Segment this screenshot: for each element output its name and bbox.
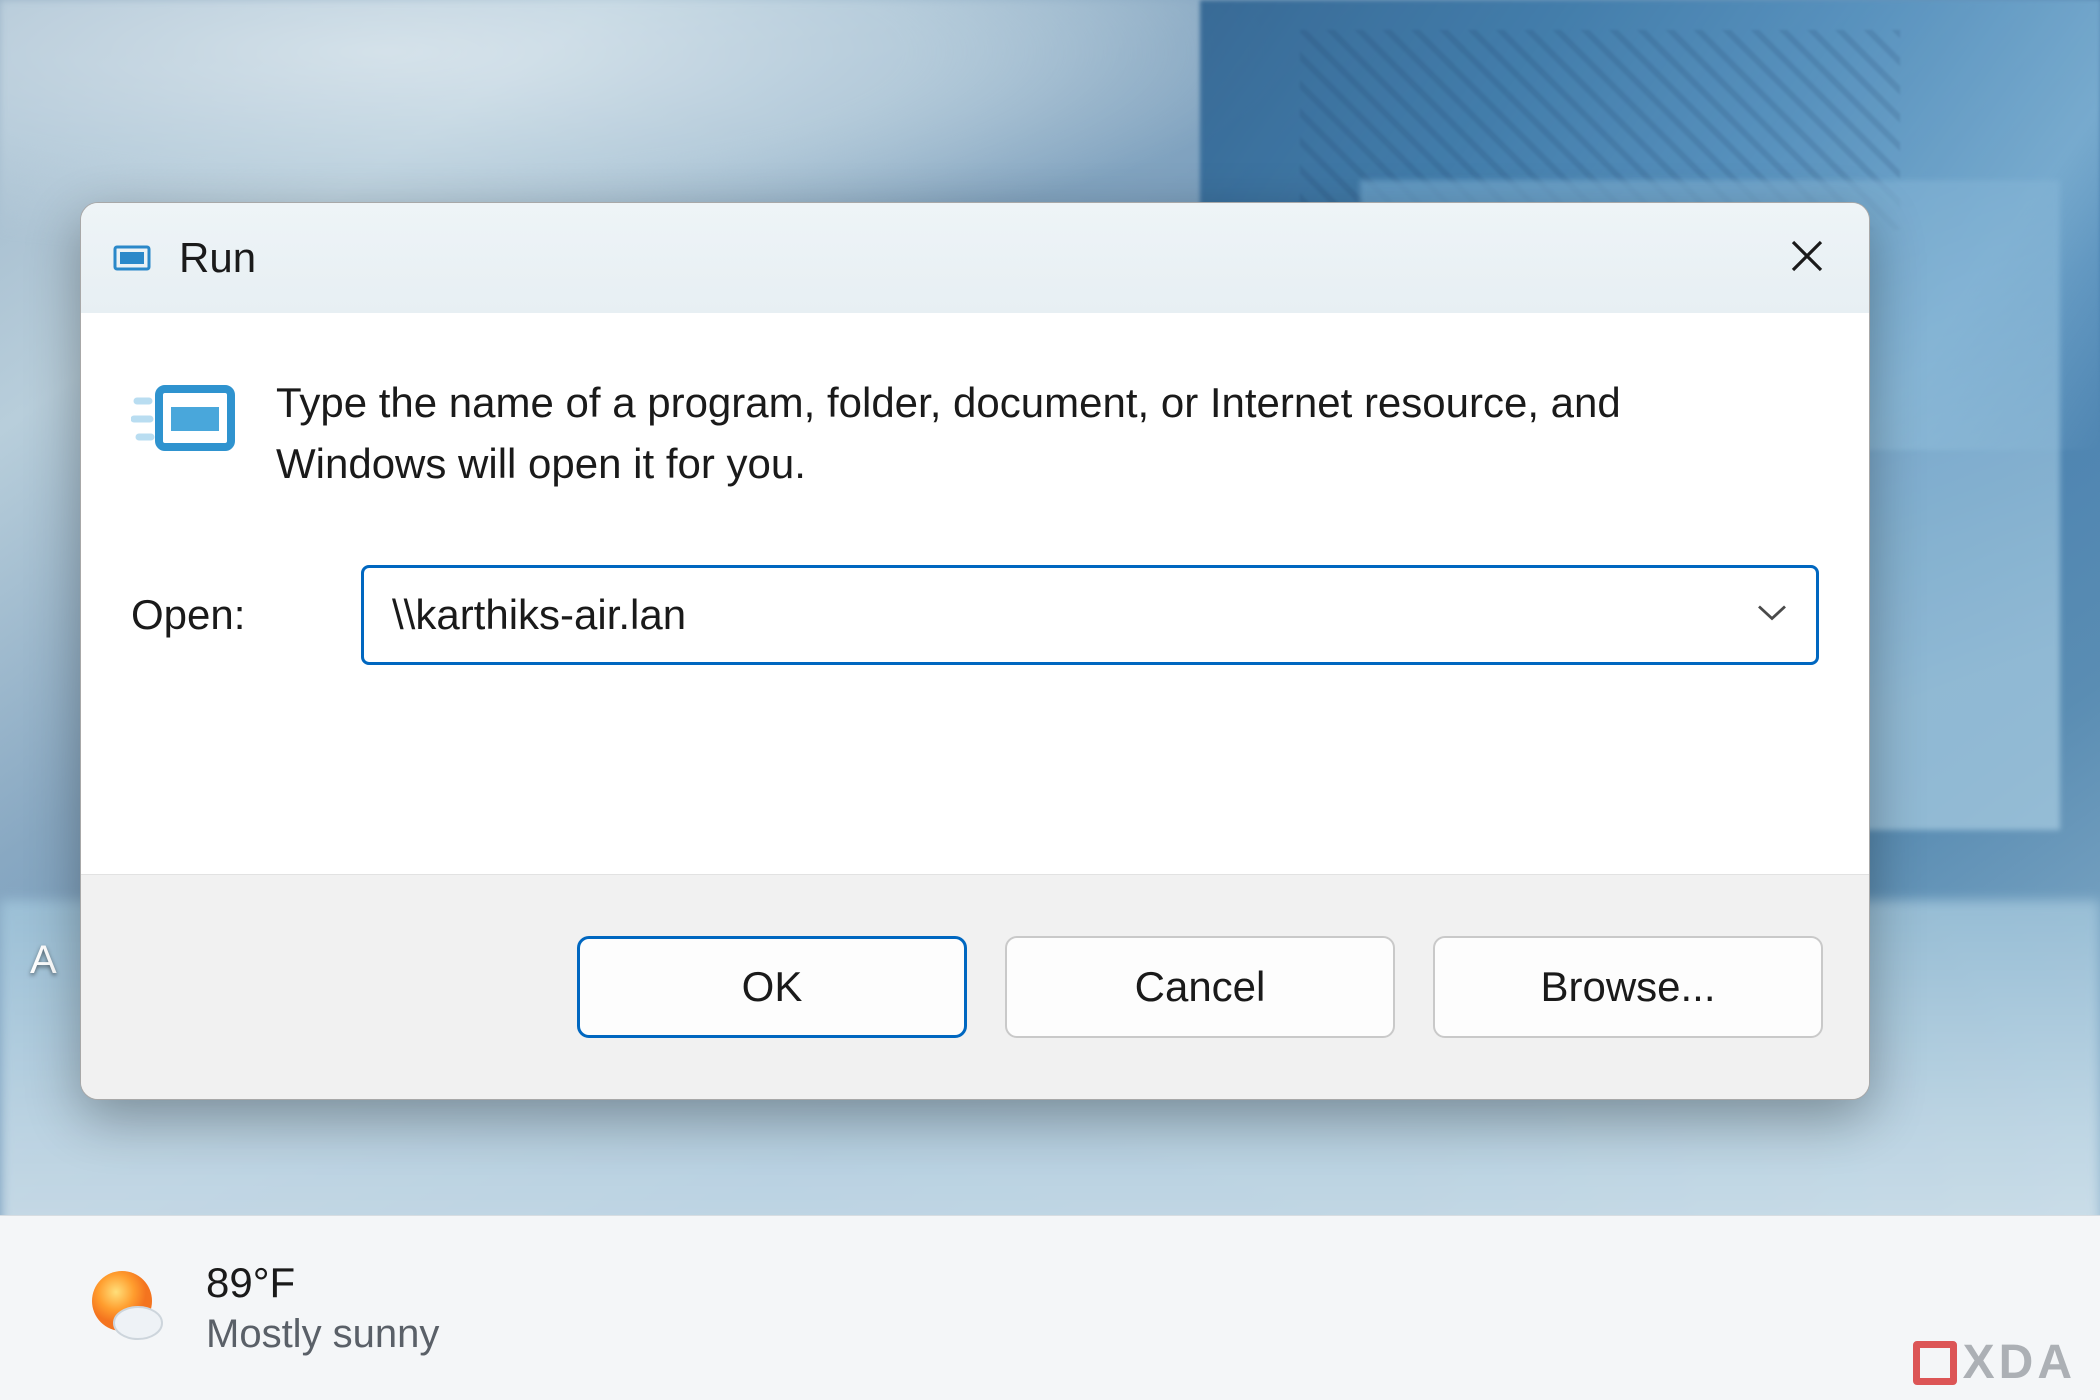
weather-sunny-icon [80, 1261, 170, 1356]
titlebar[interactable]: Run [81, 203, 1869, 313]
dialog-title: Run [179, 234, 256, 282]
browse-button[interactable]: Browse... [1433, 936, 1823, 1038]
open-dropdown-button[interactable] [1755, 601, 1789, 628]
desktop-background: A Run [0, 0, 2100, 1400]
weather-widget[interactable]: 89°F Mostly sunny [80, 1257, 439, 1360]
weather-condition: Mostly sunny [206, 1309, 439, 1359]
watermark: XDA [1913, 1335, 2076, 1390]
close-icon [1788, 237, 1826, 280]
run-icon [131, 373, 236, 473]
dialog-description: Type the name of a program, folder, docu… [276, 373, 1726, 495]
open-label: Open: [131, 591, 321, 639]
desktop-icon-label-partial: A [30, 938, 57, 983]
cancel-button[interactable]: Cancel [1005, 936, 1395, 1038]
ok-button[interactable]: OK [577, 936, 967, 1038]
taskbar[interactable]: 89°F Mostly sunny XDA [0, 1215, 2100, 1400]
dialog-footer: OK Cancel Browse... [81, 874, 1869, 1099]
weather-temperature: 89°F [206, 1257, 439, 1310]
run-titlebar-icon [111, 237, 153, 279]
chevron-down-icon [1755, 610, 1789, 627]
close-button[interactable] [1767, 218, 1847, 298]
open-field-wrap [361, 565, 1819, 665]
watermark-logo-icon [1913, 1341, 1957, 1385]
dialog-body: Type the name of a program, folder, docu… [81, 313, 1869, 874]
run-dialog: Run Type the name of a p [80, 202, 1870, 1100]
open-input[interactable] [361, 565, 1819, 665]
watermark-text: XDA [1963, 1335, 2076, 1390]
